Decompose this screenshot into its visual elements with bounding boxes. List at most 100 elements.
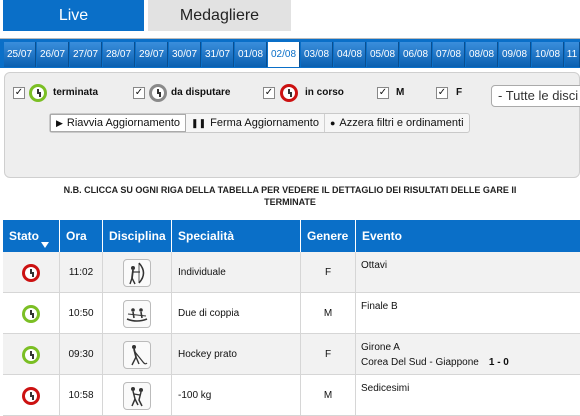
event-cell: Finale B [356,293,580,334]
riavvia-label: Riavvia Aggiornamento [66,117,181,129]
table-row[interactable]: 10:58 -100 kg M Sedicesimi [3,375,580,416]
col-specialita-label: Specialità [178,229,235,243]
gender-cell: F [301,334,356,375]
terminata-checkbox[interactable]: ✓ [13,87,25,99]
col-evento-label: Evento [362,229,403,243]
in-corso-checkbox[interactable]: ✓ [263,87,275,99]
date-tab-active[interactable]: 02/08 [268,42,300,67]
top-nav: Live Medagliere [0,0,580,32]
date-tab[interactable]: 07/08 [433,42,465,67]
ferma-label: Ferma Aggiornamento [210,117,319,129]
f-checkbox[interactable]: ✓ [436,87,448,99]
event-cell: Ottavi [356,252,580,293]
table-header: Stato Ora Disciplina Specialità Genere E… [3,220,580,252]
info-note: N.B. CLICCA SU OGNI RIGA DELLA TABELLA P… [0,184,580,208]
status-cell [3,252,60,293]
event-name: Sedicesimi [361,383,410,394]
discipline-cell [103,334,172,375]
azzera-button[interactable]: ● Azzera filtri e ordinamenti [325,114,469,132]
col-ora[interactable]: Ora [60,220,103,252]
riavvia-button[interactable]: ▶ Riavvia Aggiornamento [50,114,187,132]
specialty-cell: Due di coppia [172,293,301,334]
discipline-cell [103,252,172,293]
match-line: Corea Del Sud - Giappone 1 - 0 [361,357,509,368]
events-table: Stato Ora Disciplina Specialità Genere E… [3,220,580,416]
match-teams: Corea Del Sud - Giappone [361,357,479,368]
m-checkbox[interactable]: ✓ [377,87,389,99]
date-tab[interactable]: 29/07 [136,42,168,67]
date-tab[interactable]: 30/07 [169,42,201,67]
date-tab[interactable]: 27/07 [70,42,102,67]
discipline-cell [103,293,172,334]
table-row[interactable]: 10:50 Due di coppia M Finale B [3,293,580,334]
note-line-2: TERMINATE [264,197,316,207]
time-cell: 09:30 [60,334,103,375]
tab-medagliere[interactable]: Medagliere [148,0,291,31]
time-cell: 11:02 [60,252,103,293]
note-line-1: N.B. CLICCA SU OGNI RIGA DELLA TABELLA P… [63,185,517,195]
date-tab[interactable]: 26/07 [37,42,69,67]
date-tab[interactable]: 31/07 [202,42,234,67]
date-tab[interactable]: 06/08 [400,42,432,67]
da-disputare-checkbox[interactable]: ✓ [133,87,145,99]
event-name: Ottavi [361,260,388,271]
date-tab[interactable]: 25/07 [4,42,36,67]
play-icon: ▶ [56,117,63,128]
event-name: Girone A [361,342,400,353]
azzera-label: Azzera filtri e ordinamenti [339,117,464,129]
col-evento[interactable]: Evento [356,220,580,252]
sort-desc-icon [41,242,49,248]
tab-live[interactable]: Live [3,0,144,31]
specialty-cell: Individuale [172,252,301,293]
f-label: F [456,87,463,98]
date-tab[interactable]: 01/08 [235,42,267,67]
table-row[interactable]: 11:02 Individuale F Ottavi [3,252,580,293]
specialty-cell: Hockey prato [172,334,301,375]
pause-icon: ❚❚ [191,117,207,128]
col-disciplina[interactable]: Disciplina [103,220,172,252]
clock-red-icon [280,84,298,102]
event-name: Finale B [361,301,398,312]
ferma-button[interactable]: ❚❚ Ferma Aggiornamento [186,114,325,132]
date-tab[interactable]: 03/08 [301,42,333,67]
clock-green-icon [22,304,40,323]
date-tab[interactable]: 04/08 [334,42,366,67]
archery-icon [123,258,151,287]
clock-green-icon [22,345,40,364]
terminata-label: terminata [53,87,99,98]
col-disciplina-label: Disciplina [109,229,166,243]
status-cell [3,334,60,375]
da-disputare-label: da disputare [171,87,231,98]
clock-red-icon [22,263,40,282]
discipline-cell [103,375,172,416]
update-buttons: ▶ Riavvia Aggiornamento ❚❚ Ferma Aggiorn… [49,113,470,133]
col-stato[interactable]: Stato [3,220,60,252]
hockey-icon [123,340,151,369]
date-tab[interactable]: 08/08 [466,42,498,67]
rowing-icon [123,299,151,328]
event-cell: Sedicesimi [356,375,580,416]
date-tab[interactable]: 28/07 [103,42,135,67]
col-specialita[interactable]: Specialità [172,220,301,252]
discipline-dropdown[interactable]: - Tutte le disci [491,85,580,107]
m-label: M [396,87,405,98]
table-row[interactable]: 09:30 Hockey prato F Girone A Corea Del … [3,334,580,375]
date-tab[interactable]: 09/08 [499,42,531,67]
col-genere[interactable]: Genere [301,220,356,252]
clock-red-icon [22,386,40,405]
gender-cell: M [301,375,356,416]
date-tab[interactable]: 05/08 [367,42,399,67]
date-tab[interactable]: 10/08 [532,42,564,67]
status-cell [3,293,60,334]
judo-icon [123,381,151,410]
specialty-cell: -100 kg [172,375,301,416]
status-cell [3,375,60,416]
filter-panel: ✓ terminata ✓ da disputare ✓ in corso ✓ … [4,72,580,178]
col-stato-label: Stato [9,229,39,243]
in-corso-label: in corso [305,87,344,98]
date-bar: 25/07 26/07 27/07 28/07 29/07 30/07 31/0… [0,38,580,68]
date-tab[interactable]: 11 [565,42,580,67]
time-cell: 10:58 [60,375,103,416]
event-cell: Girone A Corea Del Sud - Giappone 1 - 0 [356,334,580,375]
clock-grey-icon [149,84,167,102]
